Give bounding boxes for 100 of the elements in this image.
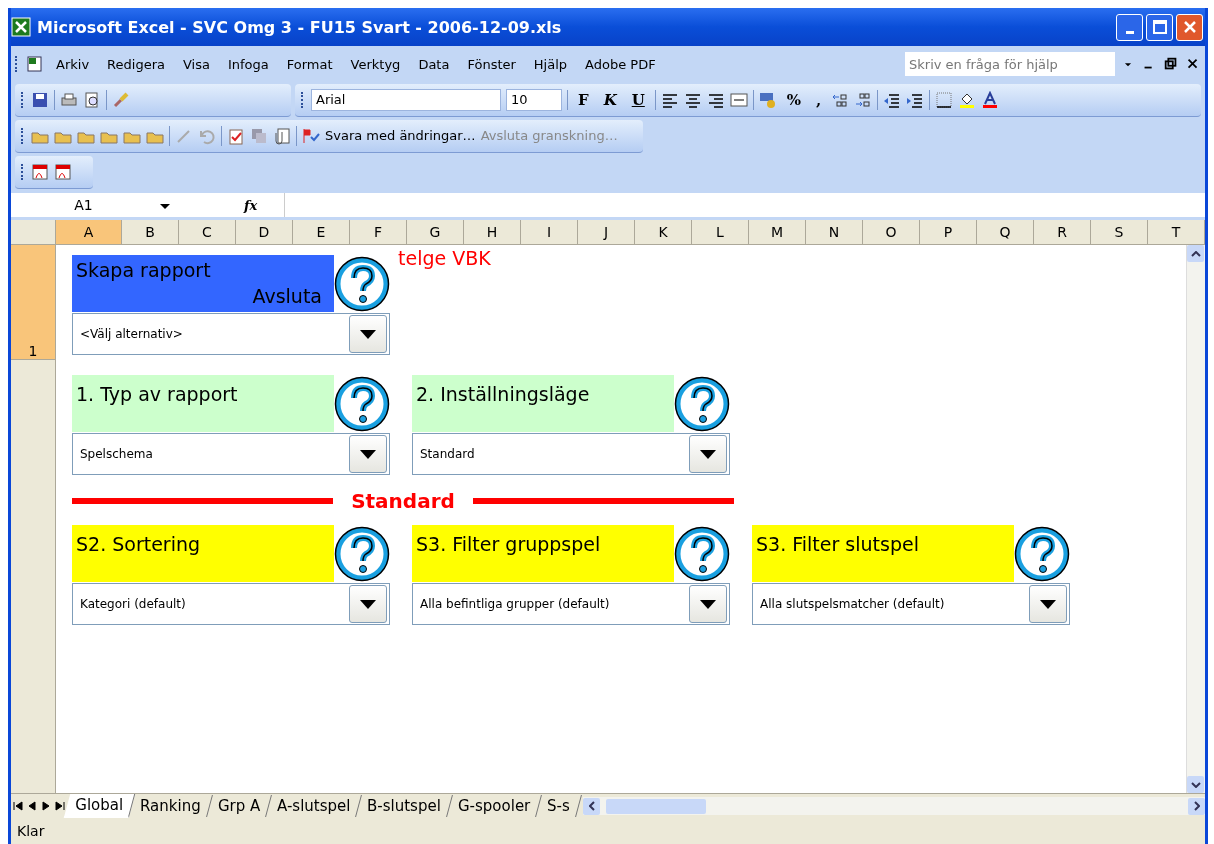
merge-cells-icon[interactable]	[729, 90, 748, 109]
scroll-right-button[interactable]	[1188, 797, 1205, 815]
menu-item[interactable]: Data	[412, 54, 456, 74]
caret-icon	[360, 449, 376, 459]
column-header[interactable]: Q	[977, 220, 1034, 244]
printer-icon[interactable]	[60, 90, 78, 109]
option-dropdown[interactable]: Alla slutspelsmatcher (default)	[752, 583, 1070, 625]
column-header[interactable]: K	[635, 220, 692, 244]
last-sheet-icon[interactable]	[53, 800, 67, 812]
maximize-button[interactable]	[1146, 13, 1173, 41]
paintbrush-icon[interactable]	[112, 90, 130, 109]
column-header[interactable]: O	[863, 220, 920, 244]
sheet-tab[interactable]: Ranking	[128, 795, 213, 817]
spreadsheet-icon[interactable]	[26, 55, 44, 73]
column-header[interactable]: G	[407, 220, 464, 244]
minimize-button[interactable]	[1116, 13, 1143, 41]
menu-item[interactable]: Verktyg	[344, 54, 407, 74]
status-text: Klar	[17, 823, 45, 839]
caret-icon	[360, 329, 376, 339]
option-dropdown[interactable]: <Välj alternativ>	[72, 313, 390, 355]
column-header[interactable]: D	[236, 220, 293, 244]
help-question-icon[interactable]	[1014, 525, 1070, 582]
panel-title: S3. Filter slutspel	[752, 525, 1014, 582]
maximize-icon	[1152, 20, 1167, 34]
menu-item[interactable]: Hjälp	[527, 54, 574, 74]
row-header[interactable]: 1	[11, 245, 55, 360]
underline-button[interactable]: U	[626, 90, 650, 109]
sheet-tab[interactable]: B-slutspel	[356, 795, 454, 817]
scroll-left-button[interactable]	[583, 797, 601, 815]
help-question-icon[interactable]	[334, 525, 390, 582]
insert-function-button[interactable]: fx	[244, 197, 284, 213]
window-title: Microsoft Excel - SVC Omg 3 - FU15 Svart - 2006-12-09.xls	[37, 17, 562, 37]
column-header[interactable]: N	[806, 220, 863, 244]
percent-button[interactable]: %	[781, 90, 807, 109]
flags-icon[interactable]	[302, 126, 320, 145]
panel-title: 2. Inställningsläge	[412, 375, 674, 432]
panel-title: S3. Filter gruppspel	[412, 525, 674, 582]
scrollbar-thumb[interactable]	[606, 798, 707, 814]
option-dropdown[interactable]: Spelschema	[72, 433, 390, 475]
help-question-icon[interactable]	[674, 375, 730, 432]
menu-item[interactable]: Infoga	[221, 54, 275, 74]
column-header[interactable]: P	[920, 220, 977, 244]
attachment-icon[interactable]	[273, 126, 291, 145]
sheet-tab[interactable]: Grp A	[206, 795, 272, 817]
column-header[interactable]: F	[350, 220, 407, 244]
column-header[interactable]: I	[521, 220, 578, 244]
note-text: telge VBK	[398, 247, 491, 269]
column-header[interactable]: T	[1148, 220, 1205, 244]
help-question-icon[interactable]	[334, 375, 390, 432]
scroll-up-button[interactable]	[1187, 245, 1204, 262]
column-header[interactable]: E	[293, 220, 350, 244]
caret-icon	[360, 599, 376, 609]
section-title: Standard	[351, 489, 455, 513]
first-sheet-icon[interactable]	[11, 800, 25, 812]
clipboard-check-icon[interactable]	[227, 126, 245, 145]
excel-logo-icon	[11, 17, 31, 37]
pdf-icon[interactable]	[31, 162, 49, 181]
italic-button[interactable]: K	[598, 90, 622, 109]
column-header[interactable]: S	[1091, 220, 1148, 244]
sheet-tab[interactable]: G-spooler	[447, 795, 543, 817]
column-header[interactable]: B	[122, 220, 179, 244]
magnifier-page-icon[interactable]	[83, 90, 101, 109]
menu-item[interactable]: Format	[280, 54, 339, 74]
close-icon	[1182, 20, 1197, 34]
column-header[interactable]: C	[179, 220, 236, 244]
decrease-decimal-icon[interactable]	[854, 90, 873, 109]
font-color-icon[interactable]	[981, 90, 1000, 109]
minimize-icon	[1125, 30, 1134, 34]
caret-icon	[700, 599, 716, 609]
help-search-field[interactable]: Skriv en fråga för hjälp	[905, 52, 1115, 76]
column-header[interactable]: J	[578, 220, 635, 244]
menu-item[interactable]: Fönster	[461, 54, 522, 74]
name-box[interactable]: A1	[11, 197, 156, 213]
sheet-tab[interactable]: A-slutspel	[265, 795, 363, 817]
column-header[interactable]: M	[749, 220, 806, 244]
pdf-icon[interactable]	[54, 162, 72, 181]
font-field[interactable]: Arial	[311, 88, 501, 111]
borders-icon[interactable]	[935, 90, 954, 109]
option-dropdown[interactable]: Alla befintliga grupper (default)	[412, 583, 730, 625]
column-header[interactable]: R	[1034, 220, 1091, 244]
scroll-down-button[interactable]	[1187, 776, 1204, 793]
sheet-tab[interactable]: Global	[63, 794, 136, 818]
menu-item[interactable]: Visa	[176, 54, 216, 74]
bold-button[interactable]: F	[573, 90, 594, 109]
menu-item[interactable]: Redigera	[101, 54, 171, 74]
reply-with-changes-button[interactable]: Svara med ändringar…	[325, 128, 476, 143]
comma-style-button[interactable]: ,	[811, 90, 827, 109]
menu-item[interactable]: Arkiv	[50, 54, 96, 74]
sheet-tab[interactable]: S-s	[536, 795, 583, 817]
column-header[interactable]: L	[692, 220, 749, 244]
help-question-icon[interactable]	[674, 525, 730, 582]
panel-title: S2. Sortering	[72, 525, 334, 582]
help-question-icon[interactable]	[334, 255, 390, 312]
menu-item[interactable]: Adobe PDF	[579, 54, 662, 74]
close-button[interactable]	[1176, 13, 1203, 41]
option-dropdown[interactable]: Standard	[412, 433, 730, 475]
column-header[interactable]: A	[56, 220, 122, 244]
column-header[interactable]: H	[464, 220, 521, 244]
font-size-field[interactable]: 10	[506, 88, 562, 111]
option-dropdown[interactable]: Kategori (default)	[72, 583, 390, 625]
